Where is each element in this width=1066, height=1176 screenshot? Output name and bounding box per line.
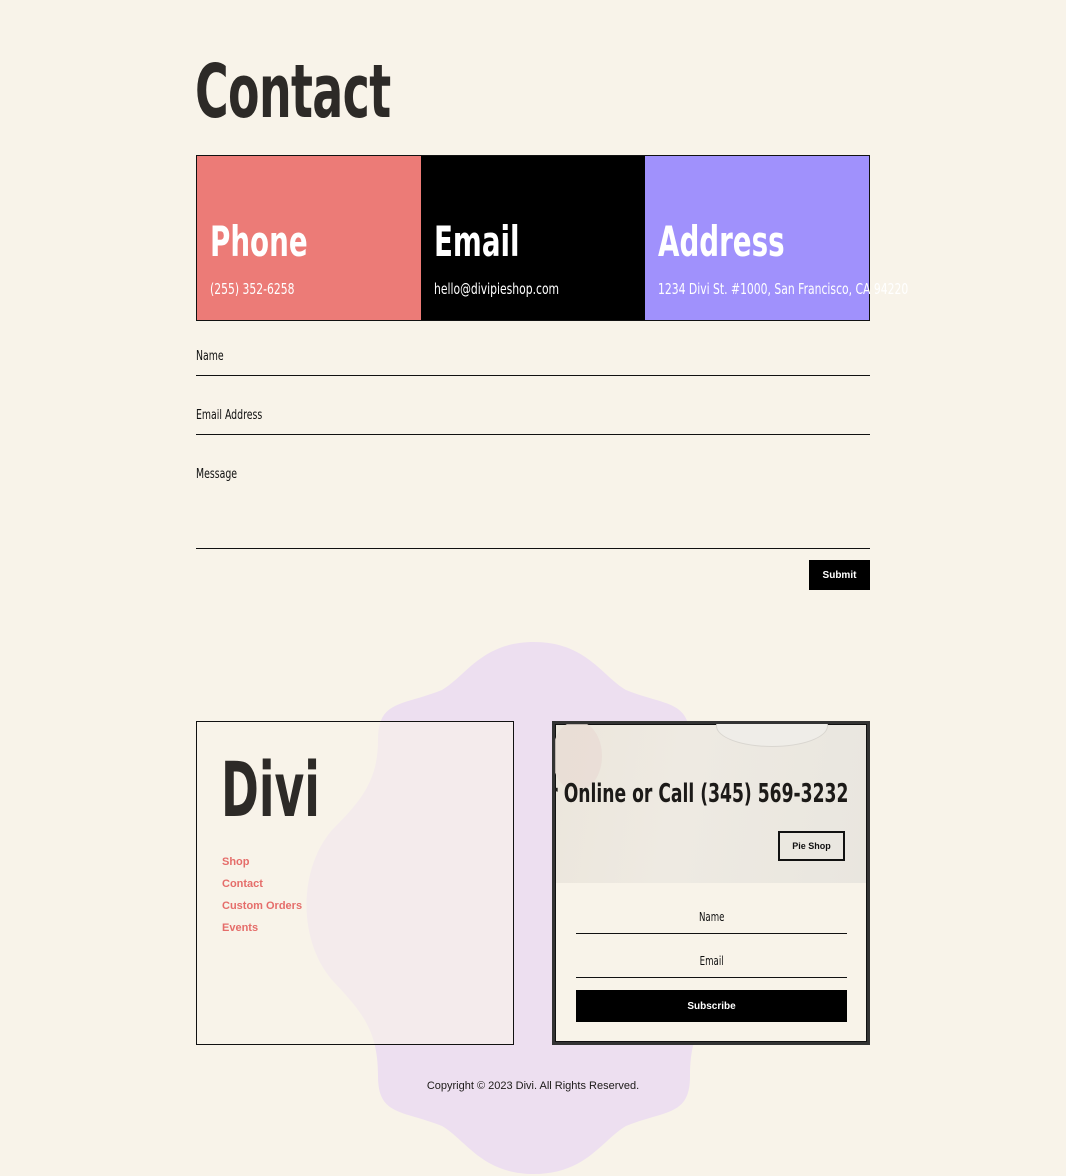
subscribe-button[interactable]: Subscribe — [576, 990, 847, 1022]
footer-link-custom-orders[interactable]: Custom Orders — [222, 900, 302, 912]
newsletter-name-placeholder: Name — [698, 910, 725, 924]
name-field[interactable]: Name — [196, 346, 870, 376]
newsletter-email-input[interactable]: Email — [576, 951, 847, 978]
footer-link-shop[interactable]: Shop — [222, 856, 250, 868]
phone-number: (255) 352-6258 — [210, 280, 295, 298]
phone-card: Phone (255) 352-6258 — [197, 156, 421, 320]
footer-nav-item: Shop — [222, 852, 302, 874]
message-field[interactable]: Message — [196, 464, 870, 549]
order-panel: Order Online or Call (345) 569-3232 Pie … — [552, 721, 870, 1045]
street-address: 1234 Divi St. #1000, San Francisco, CA 9… — [658, 280, 909, 298]
email-address-field[interactable]: Email Address — [196, 405, 870, 435]
footer-brand-panel: Divi Shop Contact Custom Orders Events — [196, 721, 514, 1045]
copyright-text: Copyright © 2023 Divi. All Rights Reserv… — [426, 1080, 640, 1092]
order-panel-frame: Order Online or Call (345) 569-3232 Pie … — [555, 724, 867, 1042]
email-card: Email hello@divipieshop.com — [421, 156, 645, 320]
newsletter-email-placeholder: Email — [699, 954, 724, 968]
footer-logo: Divi — [221, 745, 320, 834]
pie-shop-button[interactable]: Pie Shop — [778, 831, 845, 861]
page-title: Contact — [195, 49, 391, 135]
newsletter-name-input[interactable]: Name — [576, 907, 847, 934]
contact-cards: Phone (255) 352-6258 Email hello@divipie… — [196, 155, 908, 321]
footer-nav-item: Custom Orders — [222, 896, 302, 918]
address-card: Address 1234 Divi St. #1000, San Francis… — [645, 156, 908, 320]
address-card-title: Address — [658, 217, 785, 266]
message-field-label: Message — [196, 467, 238, 482]
footer-link-events[interactable]: Events — [222, 922, 258, 934]
plate-image-detail — [716, 724, 828, 747]
phone-card-title: Phone — [210, 217, 308, 266]
email-card-title: Email — [434, 217, 520, 266]
footer-nav-item: Events — [222, 918, 302, 940]
email-address: hello@divipieshop.com — [434, 280, 560, 298]
footer-nav-item: Contact — [222, 874, 302, 896]
footer-link-contact[interactable]: Contact — [222, 878, 263, 890]
email-address-field-label: Email Address — [196, 408, 263, 423]
name-field-label: Name — [196, 349, 224, 364]
footer-nav: Shop Contact Custom Orders Events — [222, 852, 302, 940]
order-title: Order Online or Call (345) 569-3232 — [555, 779, 848, 809]
submit-button[interactable]: Submit — [809, 560, 870, 590]
